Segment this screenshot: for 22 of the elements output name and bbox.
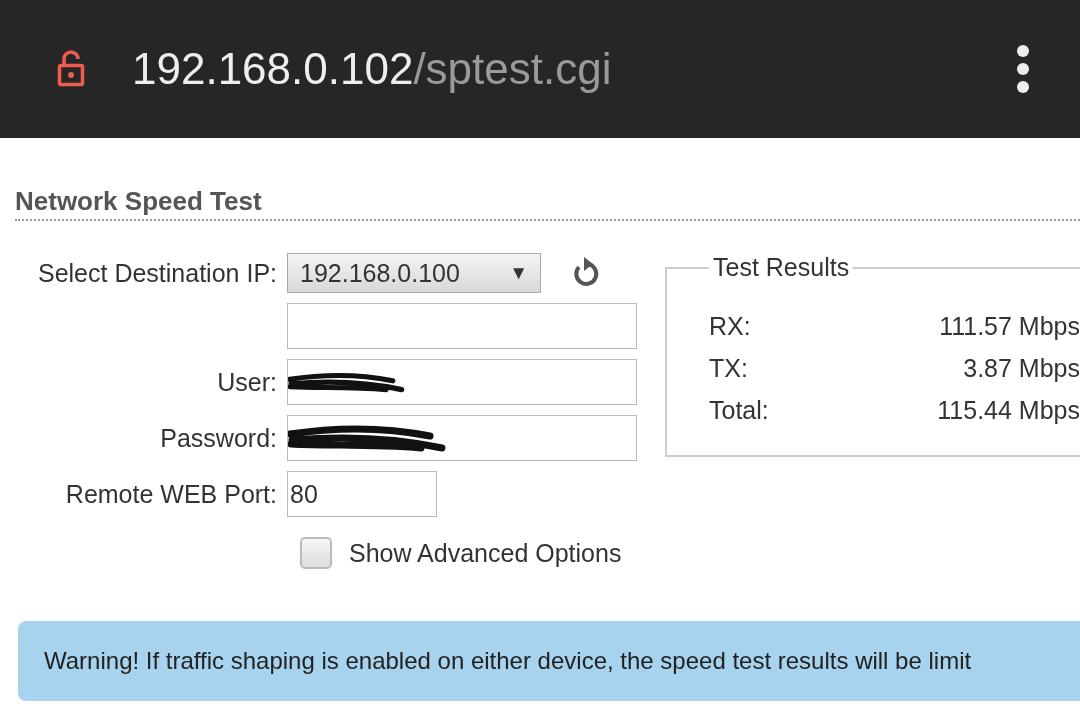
checkbox[interactable]: [300, 537, 332, 569]
result-label: RX:: [709, 312, 752, 341]
input-field[interactable]: [287, 303, 637, 349]
field-label: Password:: [160, 423, 277, 453]
result-value: 115.44 Mbps: [936, 396, 1080, 425]
address-field[interactable]: 192.168.0.102/sptest.cgi: [132, 44, 612, 94]
field-label: Select Destination IP:: [38, 258, 277, 288]
menu-icon[interactable]: [1016, 44, 1030, 94]
destination-select[interactable]: 192.168.0.100 ▼: [287, 253, 541, 293]
result-label: Total:: [709, 396, 770, 425]
field-label: Remote WEB Port:: [65, 479, 277, 509]
checkbox-label: Show Advanced Options: [349, 538, 622, 568]
result-value: 3.87 Mbps: [962, 354, 1080, 383]
input-field[interactable]: [287, 415, 637, 461]
field-label: User:: [217, 367, 277, 397]
result-value: 111.57 Mbps: [938, 312, 1080, 341]
port-field[interactable]: 80: [287, 471, 437, 517]
page-title: Network Speed Test: [15, 186, 262, 217]
result-label: TX:: [709, 354, 749, 383]
input-field[interactable]: [287, 359, 637, 405]
panel-title: Test Results: [712, 253, 851, 282]
warning-text: Warning! If traffic shaping is enabled on either device, the speed test results will be limit: [44, 647, 972, 675]
